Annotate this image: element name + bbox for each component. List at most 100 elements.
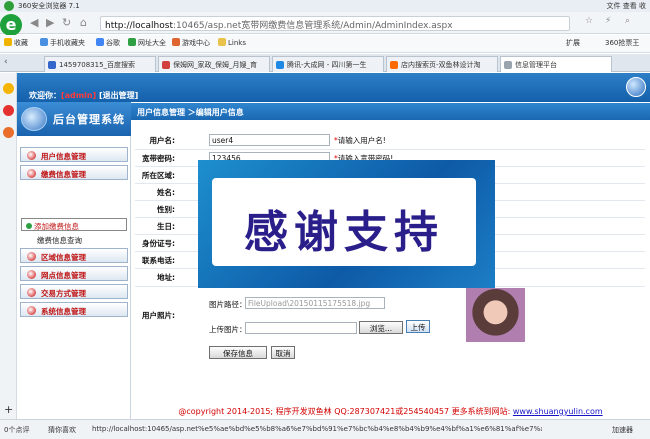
search-icon[interactable]: ⌕ [625,16,630,26]
label-photo: 用户照片: [142,311,175,320]
system-emblem-icon [21,107,47,131]
bookmark-item[interactable]: 收藏 [4,38,28,48]
tab-strip: ‹ 1459708315_百度搜索 保姆网_家政_保姆_月嫂_育 腾讯-大成网 … [0,54,650,72]
thanks-panel: 感谢支持 [212,178,476,266]
current-user: [admin] [61,91,97,100]
url-input[interactable]: http://localhost:10465/asp.net宽带网缴费信息管理系… [100,16,570,31]
menu-outlet-info[interactable]: 网点信息管理 [20,266,128,281]
label-gender: 性别: [157,205,175,214]
menu-bullet-icon [27,252,36,261]
menu-bullet-icon [27,306,36,315]
mail-icon[interactable] [3,127,14,138]
username-input[interactable]: user4 [209,134,330,146]
label-address: 地址: [157,273,175,282]
admin-sidebar: 后台管理系统 用户信息管理 缴费信息管理 添加缴费信息 缴费信息查询 区域信息管… [17,102,131,419]
browser-e-logo-icon[interactable]: e [0,14,22,36]
folder-icon [218,38,226,46]
star-icon[interactable]: ☆ [585,16,593,26]
tencent-favicon-icon [276,61,284,69]
tab-baomu[interactable]: 保姆网_家政_保姆_月嫂_育 [158,56,270,72]
upload-button[interactable]: 上传 [406,320,430,333]
bookmark-item[interactable]: 谷歌 [96,38,120,48]
status-bar: 0个点评 猜你喜欢 http://localhost:10465/asp.net… [0,419,650,439]
google-icon [96,38,104,46]
tab-admin-platform[interactable]: 信息管理平台 [500,56,612,72]
menu-bullet-icon [27,270,36,279]
user-photo [466,288,525,342]
username-hint: *请输入用户名! [334,136,386,145]
menu-transaction-method[interactable]: 交易方式管理 [20,284,128,299]
label-id-number: 身份证号: [142,239,175,248]
tab-tencent[interactable]: 腾讯-大成网 - 四川第一生 [272,56,384,72]
lightning-icon[interactable]: ⚡ [605,16,611,26]
extensions-button[interactable]: 扩展 [566,38,580,48]
thanks-text: 感谢支持 [244,207,444,258]
bookmark-item[interactable]: Links [218,38,246,47]
tab-taobao[interactable]: 店内搜索页-双鱼林设计淘 [386,56,498,72]
star-icon [4,38,12,46]
menu-system-info[interactable]: 系统信息管理 [20,302,128,317]
logout-link[interactable]: [退出管理] [96,91,138,100]
window-titlebar: 360安全浏览器 7.1 文件 查看 收 [0,0,650,12]
menu-bullet-icon [27,169,36,178]
label-username: 用户名: [149,136,176,145]
label-password: 宽带密码: [142,154,175,163]
back-icon[interactable]: ◀ [30,16,38,29]
baidu-favicon-icon [48,61,56,69]
bookmark-item[interactable]: 游戏中心 [172,38,210,48]
breadcrumb: 用户信息管理 ＞编辑用户信息 [131,103,650,120]
refresh-icon[interactable]: ↻ [62,16,71,29]
accelerator-button[interactable]: 加速器 [612,425,633,435]
status-url: http://localhost:10465/asp.net%e5%ae%bd%… [92,425,542,433]
tab-scroll-left-icon[interactable]: ‹ [4,57,8,67]
phone-icon [40,38,48,46]
browse-button[interactable]: 浏览... [359,321,403,334]
taobao-favicon-icon [390,61,398,69]
menu-user-info[interactable]: 用户信息管理 [20,147,128,162]
page-favicon-icon [504,61,512,69]
menu-bullet-icon [27,288,36,297]
submenu-payment-query[interactable]: 缴费信息查询 [37,235,82,246]
logo-text: 后台管理系统 [53,113,125,126]
comments-count[interactable]: 0个点评 [4,425,29,435]
thanks-overlay-banner: 感谢支持 [198,160,495,288]
star-icon[interactable] [3,83,14,94]
menu-payment-info[interactable]: 缴费信息管理 [20,165,128,180]
photo-path-label: 图片路径： [209,300,247,309]
menu-area-info[interactable]: 区域信息管理 [20,248,128,263]
forward-icon[interactable]: ▶ [46,16,54,29]
save-button[interactable]: 保存信息 [209,346,267,359]
baomu-favicon-icon [162,61,170,69]
label-phone: 联系电话: [142,256,175,265]
page-footer: @copyright 2014-2015; 程序开发双鱼林 QQ:2873074… [178,407,603,416]
window-menu[interactable]: 文件 查看 收 [607,1,646,11]
bookmark-item[interactable]: 网址大全 [128,38,166,48]
recommend-link[interactable]: 猜你喜欢 [48,425,76,435]
game-icon [172,38,180,46]
cancel-button[interactable]: 取消 [271,346,295,359]
menu-bullet-icon [27,151,36,160]
label-name: 姓名: [157,188,175,197]
welcome-text: 欢迎你：[admin] [退出管理] [29,91,139,100]
ticket-tool-button[interactable]: 360抢票王 [605,38,639,48]
row-divider [135,149,645,150]
bullet-icon [26,223,32,229]
label-birthday: 生日: [157,222,175,231]
submenu-add-payment[interactable]: 添加缴费信息 [21,218,127,231]
bookmarks-bar: 收藏 手机收藏夹 谷歌 网址大全 游戏中心 Links 扩展 360抢票王 [0,35,650,53]
admin-top-banner: 欢迎你：[admin] [退出管理] [17,73,650,102]
address-toolbar: e ◀ ▶ ↻ ⌂ http://localhost:10465/asp.net… [0,12,650,36]
photo-path-input[interactable]: FileUpload\20150115175518.jpg [245,297,385,309]
admin-logo: 后台管理系统 [17,102,131,136]
window-title: 360安全浏览器 7.1 [18,2,80,10]
upload-file-input[interactable] [245,322,357,334]
browser-logo-icon [4,1,14,11]
web-directory-icon [128,38,136,46]
home-icon[interactable]: ⌂ [80,16,87,29]
add-icon[interactable]: + [4,403,13,416]
bookmark-item[interactable]: 手机收藏夹 [40,38,85,48]
upload-label: 上传图片： [209,325,247,334]
weibo-icon[interactable] [3,105,14,116]
footer-site-link[interactable]: www.shuangyulin.com [513,407,603,416]
tab-baidu[interactable]: 1459708315_百度搜索 [44,56,156,72]
